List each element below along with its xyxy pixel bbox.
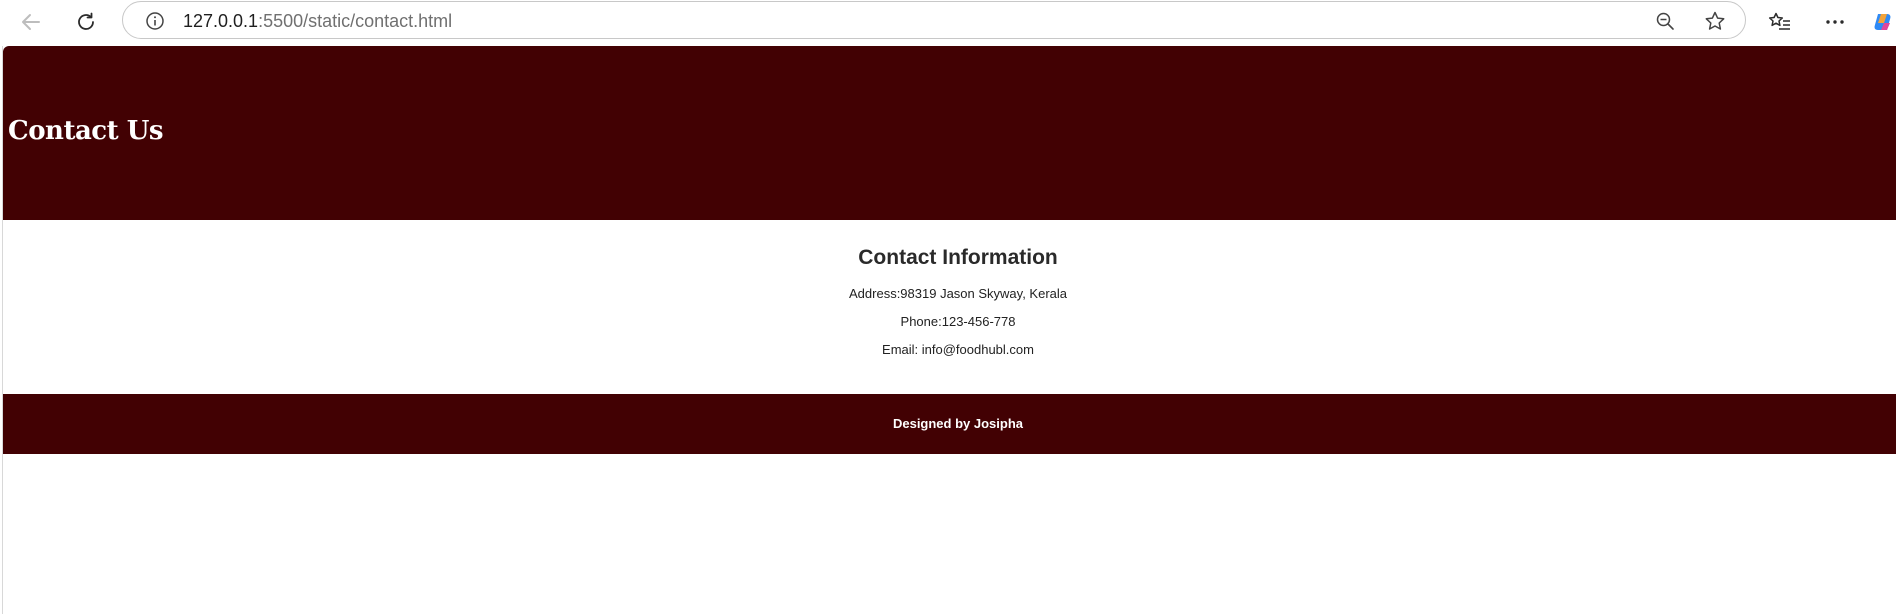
back-arrow-icon bbox=[22, 14, 40, 30]
star-icon bbox=[1705, 11, 1725, 30]
site-info-button[interactable] bbox=[143, 9, 167, 33]
contact-email: Email: info@foodhubl.com bbox=[882, 342, 1034, 357]
url-path: :5500/static/contact.html bbox=[258, 11, 453, 31]
contact-section: Contact Information Address:98319 Jason … bbox=[3, 220, 1896, 394]
info-icon bbox=[146, 12, 164, 30]
footer-credit: Designed by Josipha bbox=[892, 416, 1024, 431]
more-button[interactable] bbox=[1817, 4, 1853, 40]
favorite-button[interactable] bbox=[1703, 9, 1727, 33]
copilot-icon bbox=[1874, 14, 1891, 30]
browser-toolbar: 127.0.0.1:5500/static/contact.html bbox=[0, 0, 1896, 46]
page-title: Contact Us bbox=[8, 116, 164, 146]
contact-address: Address:98319 Jason Skyway, Kerala bbox=[849, 286, 1067, 301]
favorites-button[interactable] bbox=[1762, 4, 1798, 40]
favorites-list-icon bbox=[1768, 12, 1790, 30]
url-host: 127.0.0.1 bbox=[183, 11, 259, 31]
footer: Designed by Josipha bbox=[3, 394, 1896, 454]
copilot-button[interactable] bbox=[1872, 4, 1896, 40]
url-text[interactable]: 127.0.0.1:5500/static/contact.html bbox=[183, 10, 452, 32]
address-bar[interactable]: 127.0.0.1:5500/static/contact.html bbox=[122, 1, 1746, 39]
reload-icon bbox=[78, 12, 94, 30]
zoom-out-icon bbox=[1656, 12, 1674, 30]
contact-phone: Phone:123-456-778 bbox=[900, 314, 1016, 329]
hero-banner: Contact Us bbox=[3, 46, 1896, 220]
page-viewport: Contact Us Contact Information Address:9… bbox=[2, 46, 1896, 614]
back-button[interactable] bbox=[13, 4, 49, 40]
contact-heading: Contact Information bbox=[858, 246, 1058, 269]
more-dots-icon bbox=[1826, 20, 1844, 24]
reload-button[interactable] bbox=[68, 4, 104, 40]
zoom-button[interactable] bbox=[1653, 9, 1677, 33]
